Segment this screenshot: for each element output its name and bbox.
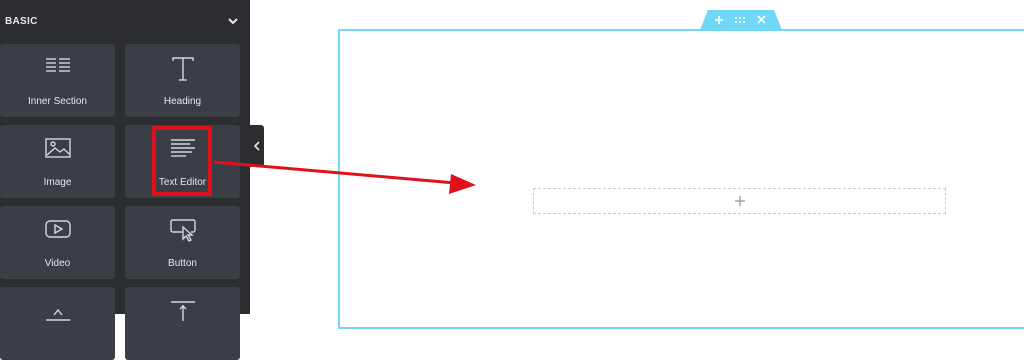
annotation-arrow [213,160,476,194]
